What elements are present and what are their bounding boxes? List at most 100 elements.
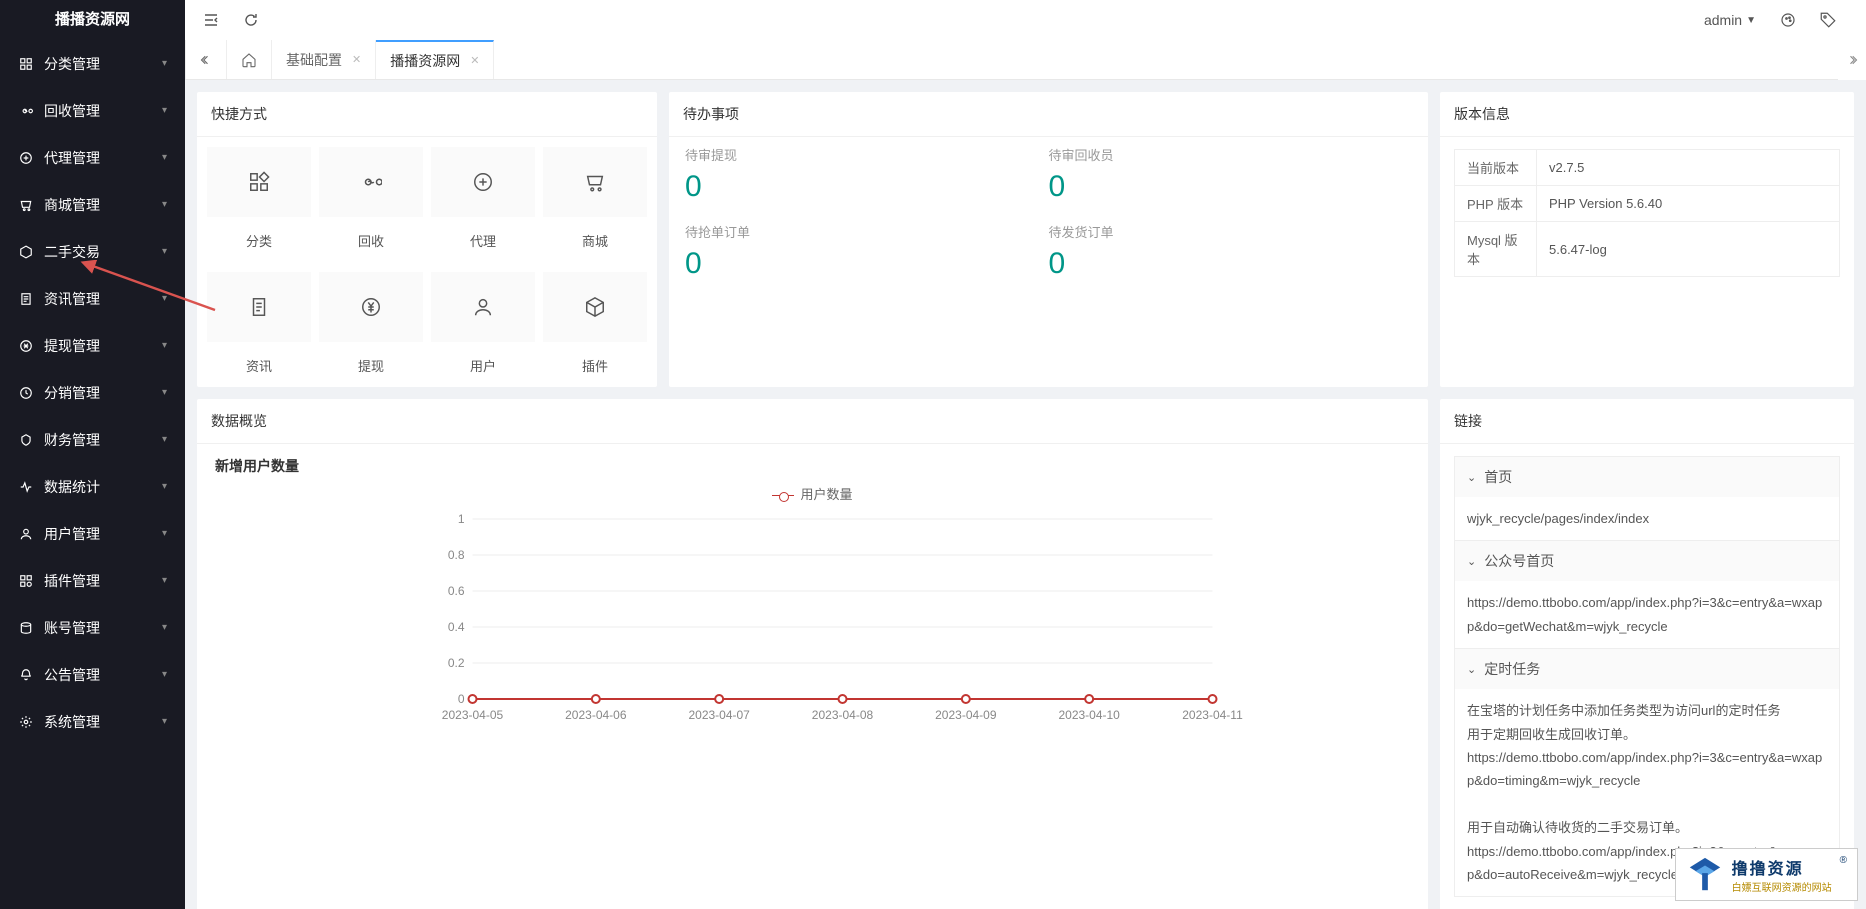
sidebar-item-6[interactable]: 提现管理▾ bbox=[0, 322, 185, 369]
menu-icon bbox=[18, 57, 34, 71]
tag-icon[interactable] bbox=[1814, 6, 1842, 34]
svg-text:0.2: 0.2 bbox=[448, 656, 465, 670]
tabs-scroll-right[interactable] bbox=[1838, 40, 1866, 80]
quick-category[interactable] bbox=[207, 147, 311, 217]
accordion-title: 公众号首页 bbox=[1484, 551, 1554, 571]
sidebar-item-10[interactable]: 用户管理▾ bbox=[0, 510, 185, 557]
cart-icon bbox=[584, 171, 606, 193]
menu-label: 资讯管理 bbox=[44, 289, 100, 309]
chevron-down-icon: ▾ bbox=[162, 246, 167, 257]
svg-text:2023-04-06: 2023-04-06 bbox=[565, 708, 627, 722]
sidebar-item-14[interactable]: 系统管理 ▾ bbox=[0, 698, 185, 745]
chart-legend: 用户数量 bbox=[215, 484, 1410, 503]
menu-label: 公告管理 bbox=[44, 665, 100, 685]
quick-label: 提现 bbox=[319, 352, 423, 383]
username-label: admin bbox=[1704, 12, 1742, 28]
data-overview-card: 数据概览 新增用户数量 用户数量 00.20.40.60.812023-04-0… bbox=[197, 399, 1428, 909]
version-title: 版本信息 bbox=[1440, 92, 1854, 137]
tabs-scroll-left[interactable] bbox=[185, 40, 227, 79]
menu-label: 账号管理 bbox=[44, 618, 100, 638]
tab-home[interactable] bbox=[227, 40, 272, 79]
infinity-icon bbox=[360, 171, 382, 193]
sidebar-item-13[interactable]: 公告管理 ▾ bbox=[0, 651, 185, 698]
chevron-down-icon: ▾ bbox=[162, 199, 167, 210]
refresh-icon[interactable] bbox=[237, 6, 265, 34]
quick-label: 资讯 bbox=[207, 352, 311, 383]
menu-icon bbox=[18, 292, 34, 306]
todo-title: 待办事项 bbox=[669, 92, 1428, 137]
home-icon bbox=[241, 52, 257, 68]
quick-user[interactable] bbox=[431, 272, 535, 342]
links-title: 链接 bbox=[1440, 399, 1854, 444]
sidebar-item-1[interactable]: 回收管理▾ bbox=[0, 87, 185, 134]
chevron-down-icon: ▾ bbox=[162, 340, 167, 351]
todo-item-2: 待抢单订单0 bbox=[685, 222, 1049, 281]
sidebar-item-3[interactable]: 商城管理▾ bbox=[0, 181, 185, 228]
svg-text:0.8: 0.8 bbox=[448, 548, 465, 562]
todo-item-1: 待审回收员 0 bbox=[1049, 145, 1413, 204]
menu-icon bbox=[18, 480, 34, 494]
menu-icon bbox=[18, 715, 34, 729]
quick-plus-circle[interactable] bbox=[431, 147, 535, 217]
sidebar-item-8[interactable]: 财务管理▾ bbox=[0, 416, 185, 463]
header: admin ▼ bbox=[185, 0, 1866, 40]
quick-label: 回收 bbox=[319, 227, 423, 258]
svg-text:2023-04-05: 2023-04-05 bbox=[442, 708, 504, 722]
quick-cube[interactable] bbox=[543, 272, 647, 342]
sidebar-item-11[interactable]: 插件管理▾ bbox=[0, 557, 185, 604]
quick-yen[interactable] bbox=[319, 272, 423, 342]
quick-label: 分类 bbox=[207, 227, 311, 258]
version-card: 版本信息 当前版本v2.7.5PHP 版本PHP Version 5.6.40M… bbox=[1440, 92, 1854, 387]
todo-label: 待审回收员 bbox=[1049, 145, 1413, 164]
sidebar-item-12[interactable]: 账号管理 ▾ bbox=[0, 604, 185, 651]
close-icon[interactable]: ✕ bbox=[470, 54, 479, 67]
sidebar-item-4[interactable]: 二手交易▾ bbox=[0, 228, 185, 275]
caret-down-icon: ▼ bbox=[1746, 15, 1756, 26]
todo-value: 0 bbox=[685, 170, 1049, 204]
yen-icon bbox=[360, 296, 382, 318]
version-key: 当前版本 bbox=[1455, 150, 1537, 186]
version-table: 当前版本v2.7.5PHP 版本PHP Version 5.6.40Mysql … bbox=[1454, 149, 1840, 277]
sidebar-item-5[interactable]: 资讯管理 ▾ bbox=[0, 275, 185, 322]
chevron-down-icon: ▾ bbox=[162, 669, 167, 680]
accordion-head-0[interactable]: ⌄首页 bbox=[1455, 457, 1839, 497]
sidebar-item-7[interactable]: 分销管理▾ bbox=[0, 369, 185, 416]
todo-label: 待审提现 bbox=[685, 145, 1049, 164]
plus-circle-icon bbox=[472, 171, 494, 193]
todo-value: 0 bbox=[1049, 170, 1413, 204]
theme-icon[interactable] bbox=[1774, 6, 1802, 34]
menu-label: 系统管理 bbox=[44, 712, 100, 732]
menu-label: 数据统计 bbox=[44, 477, 100, 497]
svg-text:2023-04-10: 2023-04-10 bbox=[1058, 708, 1120, 722]
chevron-down-icon: ▾ bbox=[162, 716, 167, 727]
quick-actions-card: 快捷方式 分类回收代理商城资讯提现用户插件 bbox=[197, 92, 657, 387]
tab-1[interactable]: 播播资源网✕ bbox=[376, 40, 494, 79]
collapse-icon[interactable] bbox=[197, 6, 225, 34]
sidebar-menu: 分类管理▾回收管理▾代理管理▾商城管理▾二手交易▾资讯管理▾提现管理▾分销管理▾… bbox=[0, 40, 185, 909]
content: 快捷方式 分类回收代理商城资讯提现用户插件 待办事项 待审提现0待审回收员0待抢… bbox=[185, 80, 1866, 909]
menu-icon bbox=[18, 433, 34, 447]
quick-doc[interactable] bbox=[207, 272, 311, 342]
line-chart: 00.20.40.60.812023-04-052023-04-062023-0… bbox=[215, 509, 1410, 729]
watermark-brand: 撸撸资源 bbox=[1732, 855, 1832, 879]
sidebar-item-0[interactable]: 分类管理▾ bbox=[0, 40, 185, 87]
accordion-head-2[interactable]: ⌄定时任务 bbox=[1455, 649, 1839, 689]
chevron-down-icon: ▾ bbox=[162, 622, 167, 633]
sidebar-item-2[interactable]: 代理管理▾ bbox=[0, 134, 185, 181]
todo-item-0: 待审提现 0 bbox=[685, 145, 1049, 204]
menu-label: 分销管理 bbox=[44, 383, 100, 403]
svg-text:1: 1 bbox=[458, 512, 465, 526]
sidebar-item-9[interactable]: 数据统计▾ bbox=[0, 463, 185, 510]
user-menu[interactable]: admin ▼ bbox=[1704, 12, 1756, 28]
watermark-slogan: 白嫖互联网资源的网站 bbox=[1732, 879, 1832, 894]
accordion-body-0: wjyk_recycle/pages/index/index bbox=[1455, 497, 1839, 540]
quick-cart[interactable] bbox=[543, 147, 647, 217]
todo-value: 0 bbox=[685, 247, 1049, 281]
tab-0[interactable]: 基础配置✕ bbox=[272, 40, 376, 79]
watermark: 撸撸资源 白嫖互联网资源的网站 ® bbox=[1675, 848, 1858, 901]
svg-text:0: 0 bbox=[458, 692, 465, 706]
chevron-down-icon: ▾ bbox=[162, 293, 167, 304]
accordion-head-1[interactable]: ⌄公众号首页 bbox=[1455, 541, 1839, 581]
quick-infinity[interactable] bbox=[319, 147, 423, 217]
close-icon[interactable]: ✕ bbox=[352, 53, 361, 66]
